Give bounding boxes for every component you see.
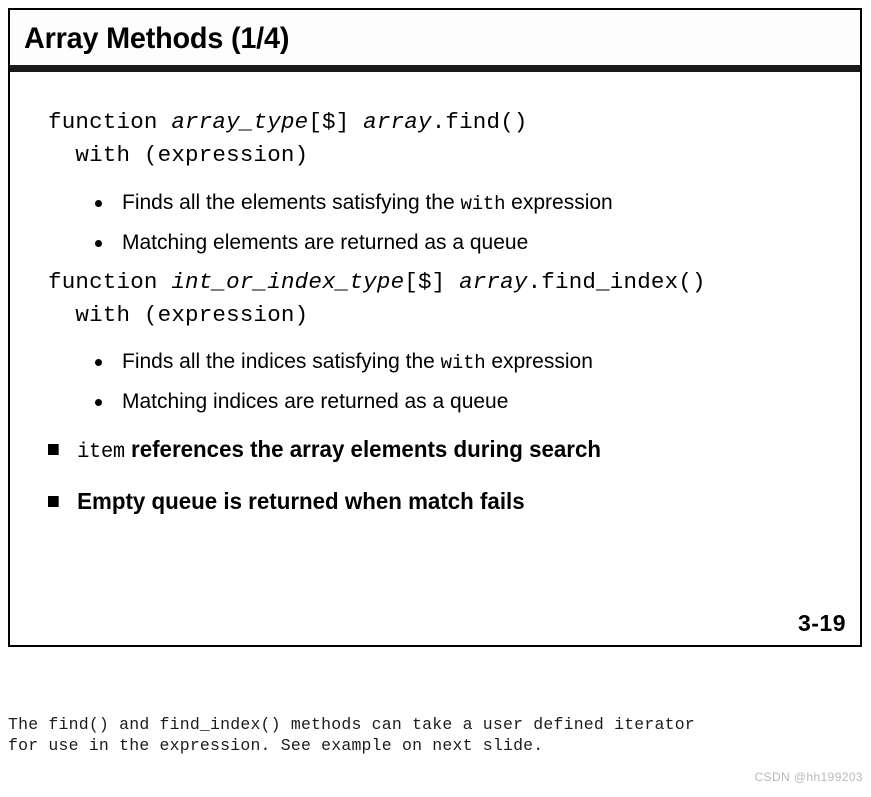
list-item-text: Empty queue is returned when match fails xyxy=(77,488,525,514)
code-keyword-function: function xyxy=(48,269,172,295)
code-line-find-signature: function array_type[$] array.find() xyxy=(48,111,528,134)
list-item-label: Finds all the elements satisfying the wi… xyxy=(122,192,613,214)
list-item-label: Empty queue is returned when match fails xyxy=(77,490,525,515)
inline-code-item: item xyxy=(77,441,125,464)
list-item-text-pre: Matching elements are returned as a queu… xyxy=(122,231,529,254)
list-item-label: Matching elements are returned as a queu… xyxy=(122,232,528,254)
code-italic-array-type: array_type xyxy=(171,109,309,135)
list-item: Empty queue is returned when match fails xyxy=(48,490,525,515)
list-item-text-post: expression xyxy=(485,350,593,373)
code-italic-array: array xyxy=(363,109,432,135)
list-item: Matching elements are returned as a queu… xyxy=(95,232,528,254)
bullet-dot-icon xyxy=(95,200,102,207)
slide-title-bar: Array Methods (1/4) xyxy=(10,10,860,72)
bullet-square-icon xyxy=(48,496,59,507)
list-item-label: Finds all the indices satisfying the wit… xyxy=(122,351,593,373)
slide-body: function array_type[$] array.find() with… xyxy=(10,79,860,645)
list-item: Finds all the elements satisfying the wi… xyxy=(95,192,613,214)
slide-page-number: 3-19 xyxy=(797,610,846,636)
code-line-find-index-with: with (expression) xyxy=(48,302,309,328)
code-italic-int-or-index-type: int_or_index_type xyxy=(171,269,405,295)
inline-code-with: with xyxy=(440,352,486,374)
notes-paragraph-1: The find() and find_index() methods can … xyxy=(8,714,863,756)
list-item-label: item references the array elements durin… xyxy=(77,436,602,464)
bullet-dot-icon xyxy=(95,240,102,247)
slide-page: Array Methods (1/4) function array_type[… xyxy=(0,0,871,797)
code-keyword-function: function xyxy=(48,109,172,135)
list-item-label: Matching indices are returned as a queue xyxy=(122,391,508,413)
list-item: Finds all the indices satisfying the wit… xyxy=(95,351,593,373)
page-title: Array Methods (1/4) xyxy=(24,22,290,55)
code-bracket-dollar: [$] xyxy=(308,109,364,135)
list-item: item references the array elements durin… xyxy=(48,438,601,463)
bullet-square-icon xyxy=(48,444,59,455)
code-italic-array: array xyxy=(459,269,528,295)
bullet-dot-icon xyxy=(95,399,102,406)
code-line-find-index-signature: function int_or_index_type[$] array.find… xyxy=(48,271,706,294)
list-item-text-pre: Finds all the indices satisfying the xyxy=(122,350,441,373)
speaker-notes: The find() and find_index() methods can … xyxy=(8,672,863,797)
code-bracket-dollar: [$] xyxy=(404,269,460,295)
watermark: CSDN @hh199203 xyxy=(754,770,863,784)
list-item: Matching indices are returned as a queue xyxy=(95,391,508,413)
list-item-text: references the array elements during sea… xyxy=(124,436,602,462)
inline-code-with: with xyxy=(460,193,506,215)
list-item-text-pre: Matching indices are returned as a queue xyxy=(122,390,509,413)
slide-frame: Array Methods (1/4) function array_type[… xyxy=(8,8,862,647)
bullet-dot-icon xyxy=(95,359,102,366)
code-method-find-index: .find_index() xyxy=(527,269,706,295)
code-line-find-with: with (expression) xyxy=(48,142,309,168)
list-item-text-pre: Finds all the elements satisfying the xyxy=(122,191,461,214)
notes-line: for use in the expression. See example o… xyxy=(8,736,544,755)
notes-line: The find() and find_index() methods can … xyxy=(8,715,695,734)
list-item-text-post: expression xyxy=(505,191,613,214)
code-method-find: .find() xyxy=(431,109,528,135)
